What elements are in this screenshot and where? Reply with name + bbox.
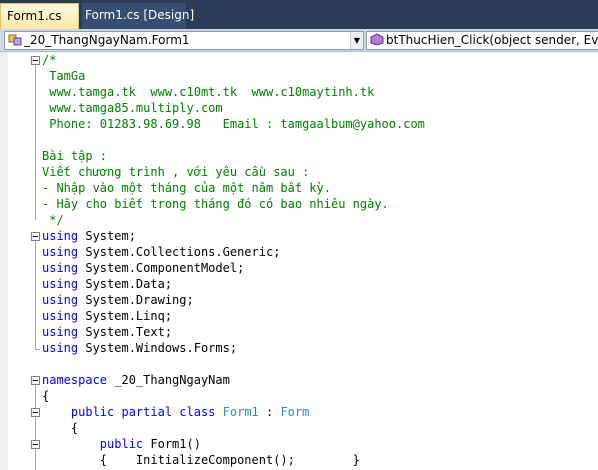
namespace-ref: System.ComponentModel; bbox=[85, 261, 245, 275]
keyword: using bbox=[42, 261, 79, 275]
namespace-ref: System.Windows.Forms; bbox=[85, 341, 238, 355]
using-line: using System.Text; bbox=[42, 324, 598, 340]
keyword: using bbox=[42, 293, 79, 307]
colon: : bbox=[258, 405, 281, 419]
tab-label: Form1.cs [Design] bbox=[85, 8, 195, 22]
comment-line: - Nhập vào một tháng của một năm bất kỳ. bbox=[42, 181, 331, 195]
keyword: public partial class bbox=[70, 405, 216, 419]
keyword: using bbox=[42, 309, 79, 323]
collapse-toggle-icon[interactable] bbox=[31, 408, 40, 417]
navigation-bar: _20_ThangNgayNam.Form1 ▼ btThucHien_Clic… bbox=[0, 29, 598, 52]
keyword: using bbox=[42, 341, 79, 355]
comment-line: Viết chương trình , với yêu cầu sau : bbox=[42, 165, 310, 179]
using-line: using System.Data; bbox=[42, 276, 598, 292]
outline-line bbox=[35, 385, 36, 470]
brace-line: { bbox=[42, 389, 50, 403]
method-icon bbox=[370, 33, 384, 49]
outline-end-tick bbox=[35, 349, 40, 350]
using-line: using System.Linq; bbox=[42, 308, 598, 324]
brace-line: { bbox=[42, 421, 79, 435]
comment-line: www.tamga85.multiply.com bbox=[42, 101, 223, 115]
namespace-ref: System.Collections.Generic; bbox=[85, 245, 281, 259]
constructor-name: Form1() bbox=[143, 437, 201, 451]
using-line: using System.Collections.Generic; bbox=[42, 244, 598, 260]
namespace-ref: System.Text; bbox=[85, 325, 173, 339]
keyword: using bbox=[42, 325, 79, 339]
namespace-ref: System.Drawing; bbox=[85, 293, 194, 307]
comment-line: /* bbox=[42, 53, 57, 67]
collapse-toggle-icon[interactable] bbox=[31, 232, 40, 241]
class-icon bbox=[8, 33, 22, 49]
constructor-line: public Form1() bbox=[42, 436, 598, 452]
class-line: public partial class Form1 : Form bbox=[42, 404, 598, 420]
using-line: using System.ComponentModel; bbox=[42, 260, 598, 276]
comment-line: Phone: 01283.98.69.98 Email : tamgaalbum… bbox=[42, 117, 425, 131]
namespace-name: _20_ThangNgayNam bbox=[107, 373, 230, 387]
keyword: using bbox=[42, 229, 79, 243]
document-tab-strip: Form1.cs Form1.cs [Design] bbox=[0, 0, 598, 29]
using-line: using System; bbox=[42, 228, 598, 244]
chevron-down-icon[interactable]: ▼ bbox=[350, 32, 363, 49]
namespace-ref: System.Linq; bbox=[85, 309, 173, 323]
collapse-toggle-icon[interactable] bbox=[31, 440, 40, 449]
member-dropdown[interactable]: btThucHien_Click(object sender, EventAr bbox=[366, 31, 598, 50]
tab-form1-design[interactable]: Form1.cs [Design] bbox=[82, 3, 194, 29]
base-class-name: Form bbox=[280, 405, 310, 419]
class-name: Form1 bbox=[222, 405, 259, 419]
tab-form1-cs[interactable]: Form1.cs bbox=[0, 3, 79, 29]
code-text[interactable]: /* TamGa www.tamga.tk www.c10mt.tk www.c… bbox=[42, 52, 598, 468]
outline-line bbox=[35, 65, 36, 220]
comment-line: - Hãy cho biết trong tháng đó có bao nhi… bbox=[42, 197, 389, 211]
keyword: using bbox=[42, 277, 79, 291]
comment-line: Bài tập : bbox=[42, 149, 108, 163]
constructor-body-line: { InitializeComponent(); } bbox=[42, 453, 360, 467]
comment-line: TamGa bbox=[42, 69, 86, 83]
comment-line: www.tamga.tk www.c10mt.tk www.c10maytinh… bbox=[42, 85, 375, 99]
code-editor[interactable]: /* TamGa www.tamga.tk www.c10mt.tk www.c… bbox=[0, 52, 598, 470]
keyword: public bbox=[99, 437, 144, 451]
collapse-toggle-icon[interactable] bbox=[31, 56, 40, 65]
comment-line bbox=[42, 132, 598, 148]
comment-line: */ bbox=[42, 213, 64, 227]
namespace-ref: System.Data; bbox=[85, 277, 173, 291]
namespace-ref: System; bbox=[85, 229, 136, 243]
collapse-toggle-icon[interactable] bbox=[31, 376, 40, 385]
tab-label: Form1.cs bbox=[7, 9, 62, 23]
keyword: namespace bbox=[42, 373, 108, 387]
outline-line bbox=[35, 241, 36, 349]
type-dropdown[interactable]: _20_ThangNgayNam.Form1 ▼ bbox=[4, 31, 364, 50]
type-dropdown-value: _20_ThangNgayNam.Form1 bbox=[24, 33, 190, 47]
member-dropdown-value: btThucHien_Click(object sender, EventAr bbox=[386, 33, 598, 47]
namespace-line: namespace _20_ThangNgayNam bbox=[42, 372, 598, 388]
keyword: using bbox=[42, 245, 79, 259]
using-line: using System.Drawing; bbox=[42, 292, 598, 308]
using-line: using System.Windows.Forms; bbox=[42, 340, 598, 356]
selection-margin bbox=[0, 52, 8, 470]
